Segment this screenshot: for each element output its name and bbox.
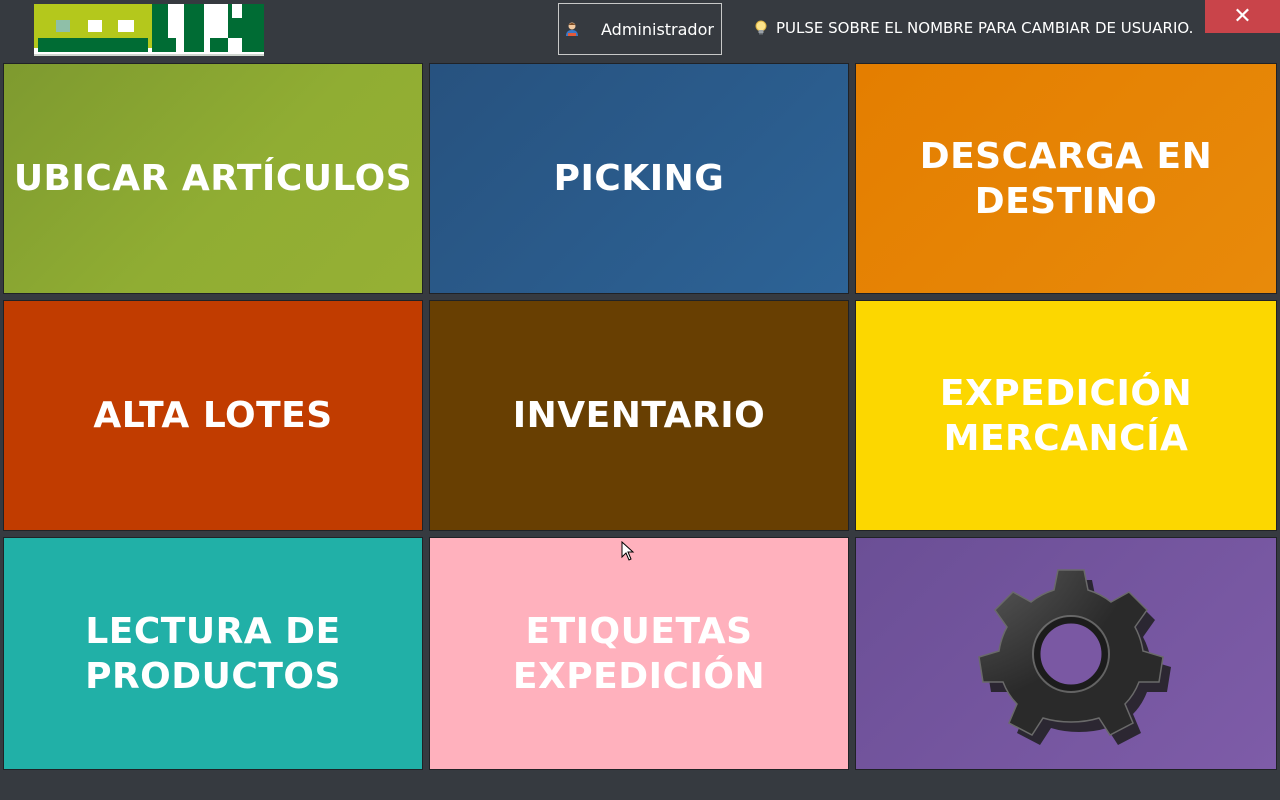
tile-descarga-en-destino[interactable]: DESCARGA EN DESTINO (855, 63, 1277, 294)
mouse-cursor-icon (621, 541, 635, 561)
user-name-label: Administrador (601, 19, 714, 39)
tile-ubicar-articulos[interactable]: UBICAR ARTÍCULOS (3, 63, 423, 294)
tile-alta-lotes[interactable]: ALTA LOTES (3, 300, 423, 531)
lightbulb-icon (755, 20, 767, 35)
close-icon: ✕ (1233, 4, 1252, 29)
main-menu-window: Administrador PULSE SOBRE EL NOMBRE PARA… (0, 0, 1280, 800)
tile-label: ETIQUETAS EXPEDICIÓN (512, 610, 766, 697)
gear-icon (978, 568, 1171, 745)
tile-label: PICKING (553, 158, 725, 199)
tile-settings[interactable] (855, 537, 1277, 770)
change-user-hint: PULSE SOBRE EL NOMBRE PARA CAMBIAR DE US… (752, 16, 1193, 40)
tile-label: ALTA LOTES (93, 395, 333, 436)
company-logo (34, 4, 264, 56)
tile-label: EXPEDICIÓN MERCANCÍA (939, 372, 1193, 459)
user-switch-button[interactable]: Administrador (558, 3, 722, 55)
tile-etiquetas-expedicion[interactable]: ETIQUETAS EXPEDICIÓN (429, 537, 849, 770)
tile-expedicion-mercancia[interactable]: EXPEDICIÓN MERCANCÍA (855, 300, 1277, 531)
tile-lectura-de-productos[interactable]: LECTURA DE PRODUCTOS (3, 537, 423, 770)
tile-label: INVENTARIO (512, 395, 766, 436)
tile-label: LECTURA DE PRODUCTOS (85, 610, 341, 697)
tile-picking[interactable]: PICKING (429, 63, 849, 294)
tile-inventario[interactable]: INVENTARIO (429, 300, 849, 531)
hint-text: PULSE SOBRE EL NOMBRE PARA CAMBIAR DE US… (776, 19, 1194, 37)
user-icon (566, 22, 578, 36)
close-button[interactable]: ✕ (1205, 0, 1280, 33)
tile-label: DESCARGA EN DESTINO (919, 135, 1213, 222)
tile-label: UBICAR ARTÍCULOS (13, 158, 413, 199)
